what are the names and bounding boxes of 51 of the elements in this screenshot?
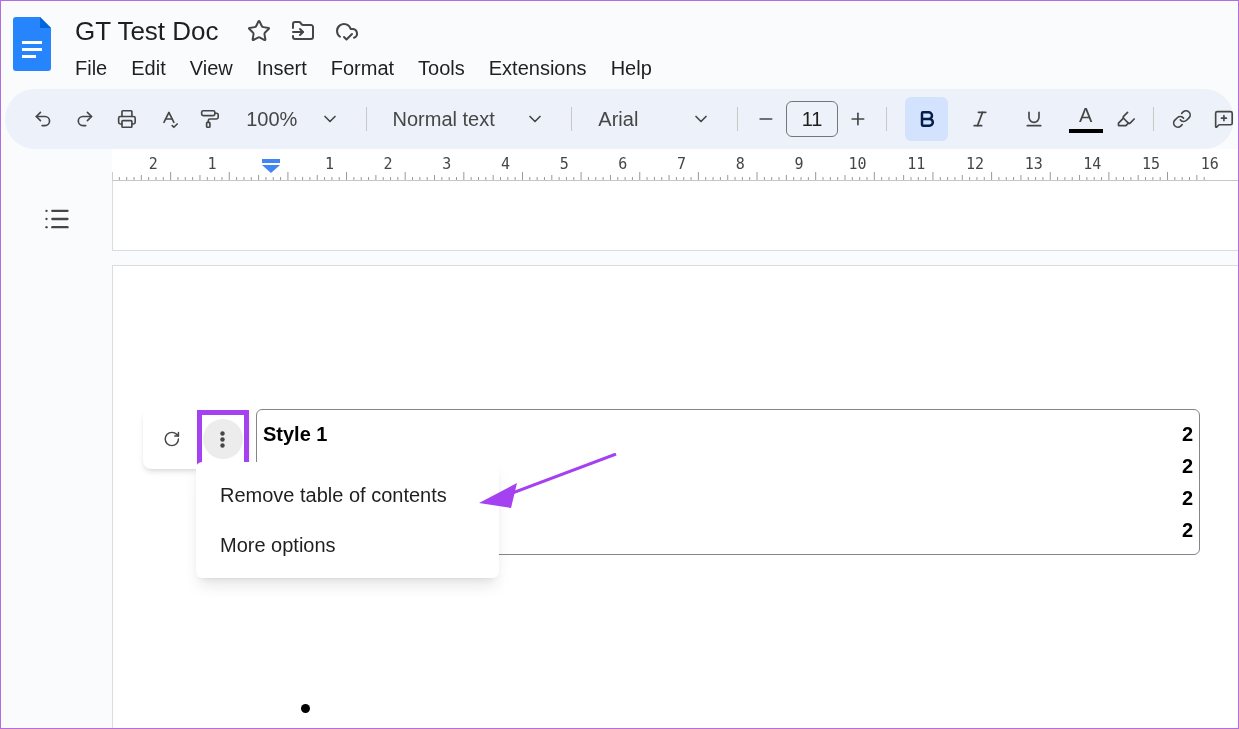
font-dropdown[interactable]: Arial — [590, 103, 720, 135]
ruler-number: 10 — [847, 154, 868, 175]
ruler-number: 8 — [734, 154, 746, 175]
undo-icon[interactable] — [33, 109, 53, 129]
indent-marker-icon[interactable] — [261, 159, 280, 173]
move-folder-icon[interactable] — [290, 19, 315, 43]
style-dropdown[interactable]: Normal text — [384, 103, 554, 135]
text-color-button[interactable]: A — [1065, 105, 1106, 133]
ruler-number: 7 — [676, 154, 688, 175]
ruler-number: 5 — [558, 154, 570, 175]
bold-button[interactable] — [904, 97, 949, 141]
ruler-number: 11 — [906, 154, 927, 175]
highlighter-icon[interactable] — [1115, 109, 1136, 129]
more-vertical-icon — [220, 430, 226, 448]
refresh-icon[interactable] — [163, 429, 181, 449]
document-logo-icon[interactable] — [13, 17, 51, 71]
ruler-number: 16 — [1199, 154, 1220, 175]
menu-item[interactable]: Help — [610, 53, 652, 83]
menu-item[interactable]: Insert — [256, 53, 307, 83]
ruler-number: 6 — [617, 154, 629, 175]
toc-entry-title[interactable]: Style 1 — [263, 419, 328, 449]
paint-format-icon[interactable] — [200, 109, 221, 129]
ruler-number: 1 — [323, 154, 335, 175]
zoom-dropdown[interactable]: 100% — [238, 103, 348, 135]
menu-item[interactable]: File — [75, 53, 108, 83]
menu-item[interactable]: View — [189, 53, 233, 83]
ruler-number: 4 — [499, 154, 511, 175]
menu-item[interactable]: Format — [330, 53, 395, 83]
toc-page-number: 2 — [1181, 518, 1193, 543]
menu-item[interactable]: Edit — [131, 53, 166, 83]
ruler-number: 15 — [1141, 154, 1162, 175]
ruler-number: 12 — [964, 154, 985, 175]
ruler-number: 1 — [206, 154, 218, 175]
document-title[interactable]: GT Test Doc — [75, 11, 219, 51]
menu-item[interactable]: Extensions — [488, 53, 587, 83]
toc-page-number: 2 — [1181, 454, 1193, 479]
font-size-field[interactable]: 11 — [786, 101, 838, 137]
bullet-icon — [301, 704, 310, 713]
print-icon[interactable] — [116, 109, 137, 129]
menu-item[interactable]: Tools — [418, 53, 465, 83]
ruler-number: 14 — [1082, 154, 1103, 175]
toc-page-number: 2 — [1181, 486, 1193, 511]
ruler-number: 9 — [793, 154, 805, 175]
link-icon[interactable] — [1172, 109, 1193, 129]
ruler-number: 13 — [1023, 154, 1044, 175]
star-icon[interactable] — [246, 19, 271, 43]
ruler-number: 2 — [382, 154, 394, 175]
toc-page-number: 2 — [1181, 422, 1193, 447]
comment-icon[interactable] — [1214, 109, 1234, 129]
ruler-number: 3 — [441, 154, 453, 175]
ruler-number: 2 — [147, 154, 159, 175]
